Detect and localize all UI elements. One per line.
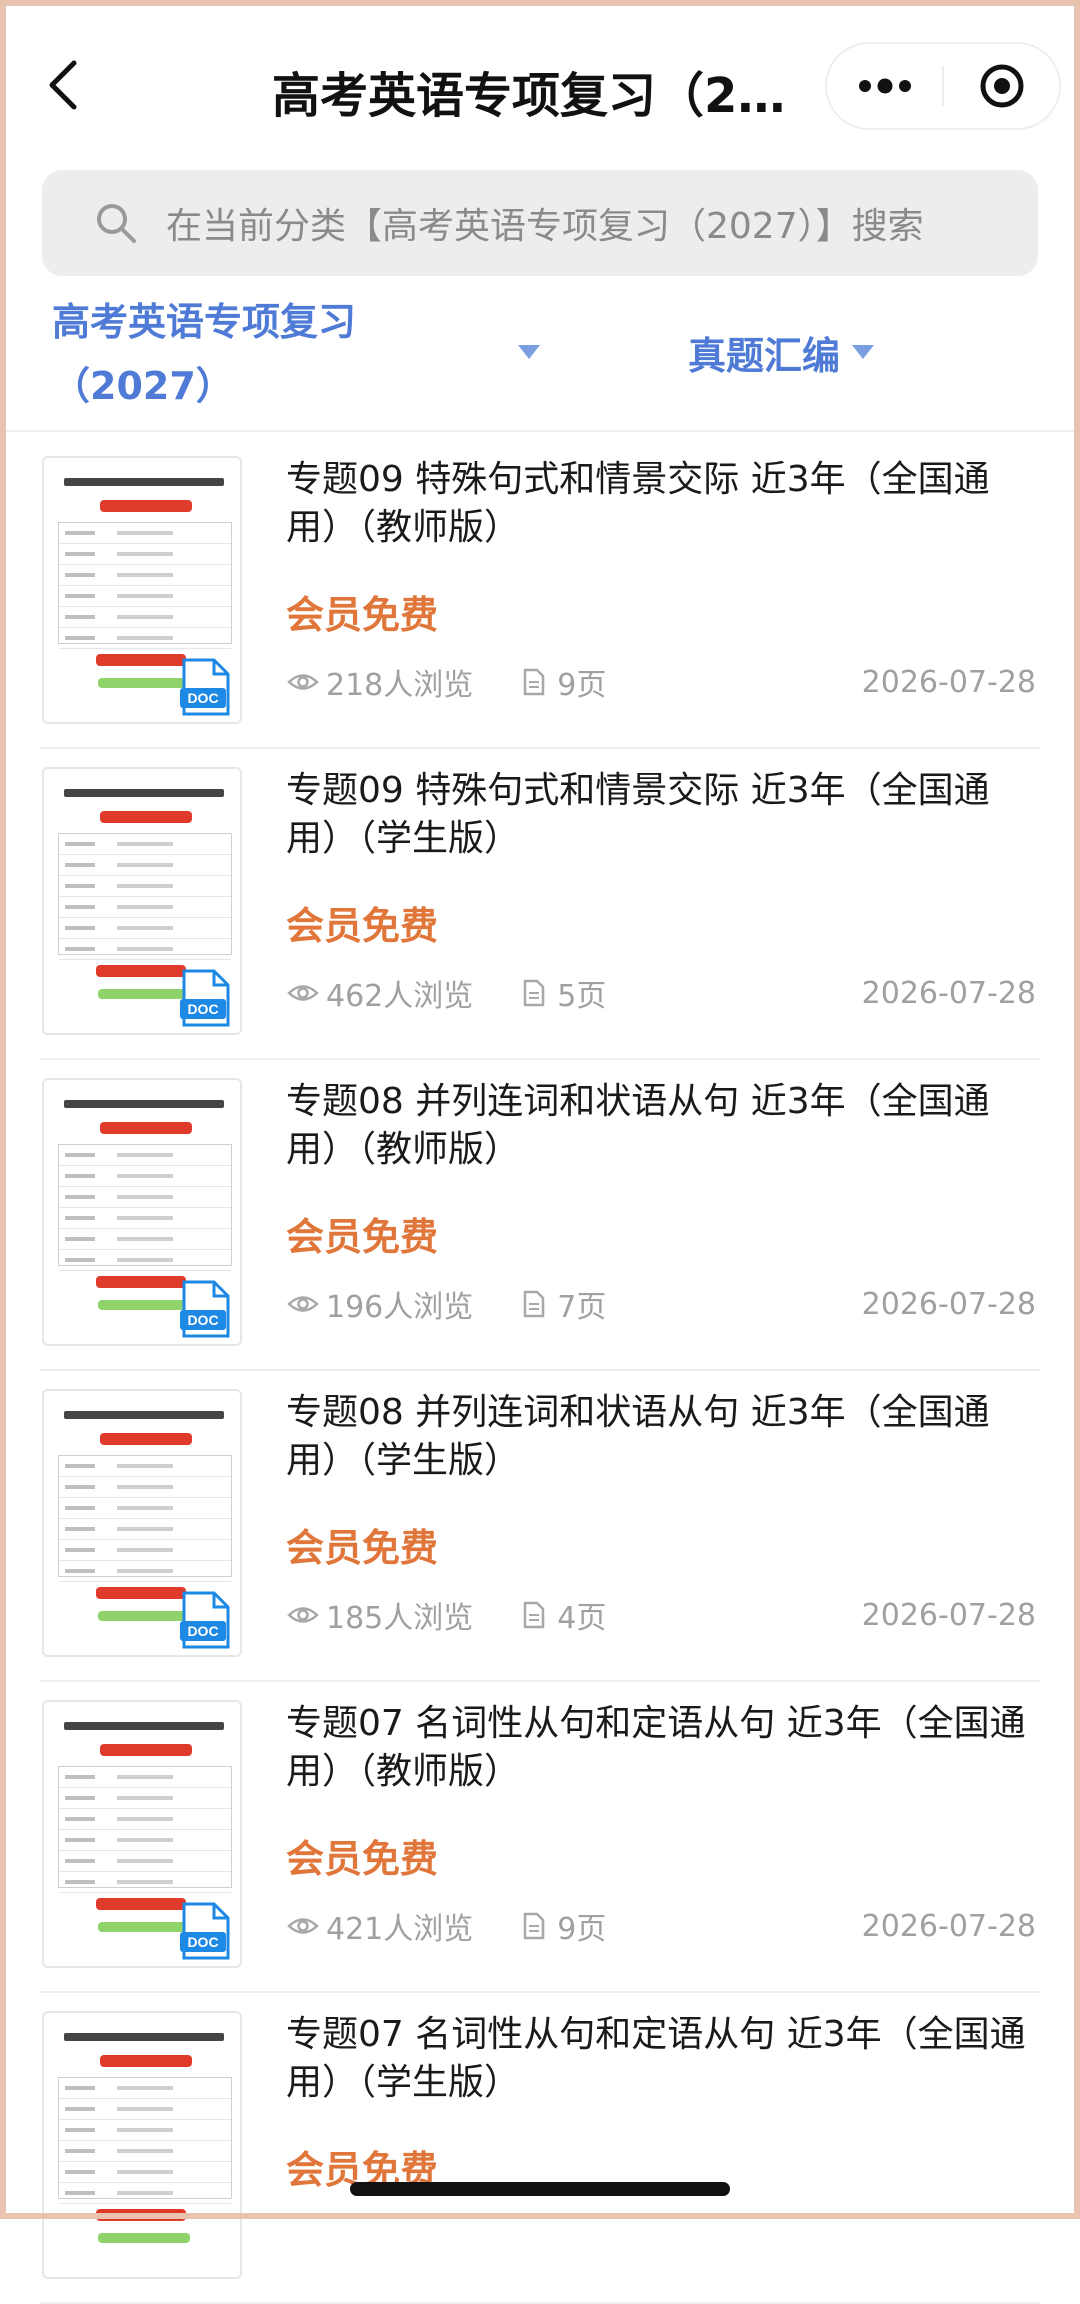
page-count: 4页 (557, 1601, 607, 1636)
view-count: 421人浏览 (326, 1912, 474, 1947)
search-icon (92, 199, 140, 247)
document-title: 专题07 名词性从句和定语从句 近3年（全国通用）（教师版） (286, 1703, 1026, 1792)
document-list: DOC 专题09 特殊句式和情景交际 近3年（全国通用）（教师版） 会员免费 2… (40, 438, 1040, 2304)
document-thumbnail (42, 2011, 242, 2279)
page-count: 7页 (557, 1290, 607, 1325)
more-dots-icon (858, 78, 911, 94)
document-icon (517, 1287, 551, 1321)
document-title: 专题08 并列连词和状语从句 近3年（全国通用）（学生版） (286, 1392, 990, 1481)
chevron-left-icon (49, 60, 77, 110)
type-filter[interactable]: 真题汇编 (688, 320, 875, 384)
publish-date: 2026-07-28 (861, 975, 1036, 1011)
list-item[interactable]: DOC 专题09 特殊句式和情景交际 近3年（全国通用）（教师版） 会员免费 2… (40, 438, 1040, 749)
eye-icon (286, 976, 320, 1010)
doc-file-icon: DOC (180, 658, 230, 716)
price-label: 会员免费 (286, 1837, 439, 1881)
home-indicator (350, 2182, 730, 2196)
category-filter-label: 高考英语专项复习（2027） (52, 300, 357, 408)
list-item[interactable]: DOC 专题08 并列连词和状语从句 近3年（全国通用）（学生版） 会员免费 1… (40, 1371, 1040, 1682)
document-thumbnail: DOC (42, 1078, 242, 1346)
eye-icon (286, 1287, 320, 1321)
publish-date: 2026-07-28 (861, 664, 1036, 700)
close-mini-program-button[interactable] (944, 44, 1059, 128)
eye-icon (286, 1909, 320, 1943)
search-placeholder: 在当前分类【高考英语专项复习（2027）】搜索 (166, 206, 924, 247)
document-meta: 421人浏览 9页 2026-07-28 (286, 1904, 1036, 1948)
page-count: 5页 (557, 979, 607, 1014)
doc-file-icon: DOC (180, 1280, 230, 1338)
filter-bar: 高考英语专项复习（2027） 真题汇编 (0, 290, 1080, 432)
navigation-bar: 高考英语专项复习（20... (0, 0, 1080, 170)
document-meta: 218人浏览 9页 2026-07-28 (286, 660, 1036, 704)
more-button[interactable] (827, 44, 942, 128)
document-thumbnail: DOC (42, 1389, 242, 1657)
document-thumbnail: DOC (42, 456, 242, 724)
document-title: 专题08 并列连词和状语从句 近3年（全国通用）（教师版） (286, 1081, 990, 1170)
svg-text:DOC: DOC (187, 690, 218, 706)
price-label: 会员免费 (286, 1215, 439, 1259)
price-label: 会员免费 (286, 593, 439, 637)
page-count: 9页 (557, 1912, 607, 1947)
price-label: 会员免费 (286, 904, 439, 948)
category-filter[interactable]: 高考英语专项复习（2027） (52, 290, 552, 420)
search-input[interactable]: 在当前分类【高考英语专项复习（2027）】搜索 (42, 170, 1038, 276)
list-item[interactable]: DOC 专题07 名词性从句和定语从句 近3年（全国通用）（教师版） 会员免费 … (40, 1682, 1040, 1993)
svg-text:DOC: DOC (187, 1312, 218, 1328)
document-title: 专题09 特殊句式和情景交际 近3年（全国通用）（学生版） (286, 770, 990, 859)
price-label: 会员免费 (286, 1526, 439, 1570)
back-button[interactable] (40, 54, 86, 116)
view-count: 196人浏览 (326, 1290, 474, 1325)
document-icon (517, 665, 551, 699)
document-title: 专题07 名词性从句和定语从句 近3年（全国通用）（学生版） (286, 2014, 1026, 2103)
document-icon (517, 1598, 551, 1632)
document-icon (517, 976, 551, 1010)
document-title: 专题09 特殊句式和情景交际 近3年（全国通用）（教师版） (286, 459, 990, 548)
eye-icon (286, 1598, 320, 1632)
doc-file-icon: DOC (180, 1591, 230, 1649)
list-item[interactable]: DOC 专题08 并列连词和状语从句 近3年（全国通用）（教师版） 会员免费 1… (40, 1060, 1040, 1371)
page-title: 高考英语专项复习（20... (272, 68, 812, 124)
mini-program-capsule (825, 42, 1061, 130)
page-count: 9页 (557, 668, 607, 703)
publish-date: 2026-07-28 (861, 1286, 1036, 1322)
document-meta: 462人浏览 5页 2026-07-28 (286, 971, 1036, 1015)
document-meta: 196人浏览 7页 2026-07-28 (286, 1282, 1036, 1326)
caret-down-icon (852, 345, 875, 359)
svg-text:DOC: DOC (187, 1001, 218, 1017)
doc-file-icon: DOC (180, 1902, 230, 1960)
document-meta: 185人浏览 4页 2026-07-28 (286, 1593, 1036, 1637)
document-icon (517, 1909, 551, 1943)
eye-icon (286, 665, 320, 699)
document-thumbnail: DOC (42, 767, 242, 1035)
target-icon (980, 64, 1023, 108)
list-item[interactable]: DOC 专题09 特殊句式和情景交际 近3年（全国通用）（学生版） 会员免费 4… (40, 749, 1040, 1060)
publish-date: 2026-07-28 (861, 1908, 1036, 1944)
view-count: 462人浏览 (326, 979, 474, 1014)
view-count: 218人浏览 (326, 668, 474, 703)
caret-down-icon (518, 345, 540, 359)
document-thumbnail: DOC (42, 1700, 242, 1968)
view-count: 185人浏览 (326, 1601, 474, 1636)
svg-text:DOC: DOC (187, 1623, 218, 1639)
publish-date: 2026-07-28 (861, 1597, 1036, 1633)
svg-text:DOC: DOC (187, 1934, 218, 1950)
type-filter-label: 真题汇编 (688, 333, 841, 378)
doc-file-icon: DOC (180, 969, 230, 1027)
list-item[interactable]: 专题07 名词性从句和定语从句 近3年（全国通用）（学生版） 会员免费 (40, 1993, 1040, 2304)
